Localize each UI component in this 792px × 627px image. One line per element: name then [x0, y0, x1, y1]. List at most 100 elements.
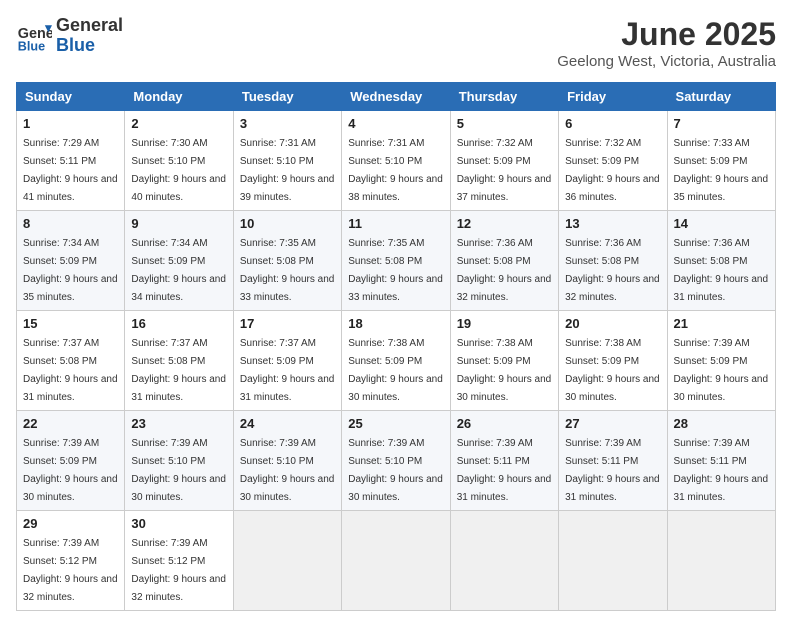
table-cell: 11 Sunrise: 7:35 AMSunset: 5:08 PMDaylig… — [342, 211, 450, 311]
day-number: 2 — [131, 116, 226, 131]
calendar-table: Sunday Monday Tuesday Wednesday Thursday… — [16, 82, 776, 611]
day-number: 25 — [348, 416, 443, 431]
table-cell: 18 Sunrise: 7:38 AMSunset: 5:09 PMDaylig… — [342, 311, 450, 411]
day-number: 22 — [23, 416, 118, 431]
day-number: 24 — [240, 416, 335, 431]
day-info: Sunrise: 7:37 AMSunset: 5:08 PMDaylight:… — [131, 338, 226, 403]
table-cell — [559, 511, 667, 611]
table-cell: 16 Sunrise: 7:37 AMSunset: 5:08 PMDaylig… — [125, 311, 233, 411]
table-cell — [233, 511, 341, 611]
day-number: 21 — [674, 316, 769, 331]
day-info: Sunrise: 7:39 AMSunset: 5:11 PMDaylight:… — [674, 438, 769, 503]
day-info: Sunrise: 7:29 AMSunset: 5:11 PMDaylight:… — [23, 138, 118, 203]
day-number: 27 — [565, 416, 660, 431]
col-thursday: Thursday — [450, 83, 558, 111]
table-cell: 30 Sunrise: 7:39 AMSunset: 5:12 PMDaylig… — [125, 511, 233, 611]
table-cell: 2 Sunrise: 7:30 AMSunset: 5:10 PMDayligh… — [125, 111, 233, 211]
day-info: Sunrise: 7:37 AMSunset: 5:08 PMDaylight:… — [23, 338, 118, 403]
day-number: 18 — [348, 316, 443, 331]
day-info: Sunrise: 7:36 AMSunset: 5:08 PMDaylight:… — [457, 238, 552, 303]
col-saturday: Saturday — [667, 83, 775, 111]
col-monday: Monday — [125, 83, 233, 111]
day-info: Sunrise: 7:39 AMSunset: 5:12 PMDaylight:… — [23, 538, 118, 603]
day-number: 15 — [23, 316, 118, 331]
table-cell: 9 Sunrise: 7:34 AMSunset: 5:09 PMDayligh… — [125, 211, 233, 311]
table-cell: 10 Sunrise: 7:35 AMSunset: 5:08 PMDaylig… — [233, 211, 341, 311]
table-cell: 1 Sunrise: 7:29 AMSunset: 5:11 PMDayligh… — [17, 111, 125, 211]
table-cell: 26 Sunrise: 7:39 AMSunset: 5:11 PMDaylig… — [450, 411, 558, 511]
day-info: Sunrise: 7:35 AMSunset: 5:08 PMDaylight:… — [348, 238, 443, 303]
day-info: Sunrise: 7:35 AMSunset: 5:08 PMDaylight:… — [240, 238, 335, 303]
table-cell: 21 Sunrise: 7:39 AMSunset: 5:09 PMDaylig… — [667, 311, 775, 411]
table-cell: 29 Sunrise: 7:39 AMSunset: 5:12 PMDaylig… — [17, 511, 125, 611]
day-info: Sunrise: 7:39 AMSunset: 5:10 PMDaylight:… — [240, 438, 335, 503]
title-block: June 2025 Geelong West, Victoria, Austra… — [557, 16, 776, 70]
day-number: 17 — [240, 316, 335, 331]
day-info: Sunrise: 7:34 AMSunset: 5:09 PMDaylight:… — [23, 238, 118, 303]
table-cell: 4 Sunrise: 7:31 AMSunset: 5:10 PMDayligh… — [342, 111, 450, 211]
day-number: 16 — [131, 316, 226, 331]
day-number: 26 — [457, 416, 552, 431]
table-cell: 6 Sunrise: 7:32 AMSunset: 5:09 PMDayligh… — [559, 111, 667, 211]
table-cell: 28 Sunrise: 7:39 AMSunset: 5:11 PMDaylig… — [667, 411, 775, 511]
day-number: 10 — [240, 216, 335, 231]
location-subtitle: Geelong West, Victoria, Australia — [557, 53, 776, 70]
day-info: Sunrise: 7:39 AMSunset: 5:10 PMDaylight:… — [348, 438, 443, 503]
day-number: 3 — [240, 116, 335, 131]
page-header: General Blue General Blue June 2025 Geel… — [16, 16, 776, 70]
day-info: Sunrise: 7:34 AMSunset: 5:09 PMDaylight:… — [131, 238, 226, 303]
day-info: Sunrise: 7:39 AMSunset: 5:11 PMDaylight:… — [565, 438, 660, 503]
day-info: Sunrise: 7:38 AMSunset: 5:09 PMDaylight:… — [457, 338, 552, 403]
logo: General Blue General Blue — [16, 16, 123, 56]
table-cell: 5 Sunrise: 7:32 AMSunset: 5:09 PMDayligh… — [450, 111, 558, 211]
day-number: 11 — [348, 216, 443, 231]
day-info: Sunrise: 7:30 AMSunset: 5:10 PMDaylight:… — [131, 138, 226, 203]
logo-icon: General Blue — [16, 18, 52, 54]
day-info: Sunrise: 7:32 AMSunset: 5:09 PMDaylight:… — [565, 138, 660, 203]
table-cell: 24 Sunrise: 7:39 AMSunset: 5:10 PMDaylig… — [233, 411, 341, 511]
day-info: Sunrise: 7:39 AMSunset: 5:12 PMDaylight:… — [131, 538, 226, 603]
table-cell — [667, 511, 775, 611]
table-cell — [450, 511, 558, 611]
day-number: 9 — [131, 216, 226, 231]
table-cell: 3 Sunrise: 7:31 AMSunset: 5:10 PMDayligh… — [233, 111, 341, 211]
day-info: Sunrise: 7:38 AMSunset: 5:09 PMDaylight:… — [348, 338, 443, 403]
table-cell: 13 Sunrise: 7:36 AMSunset: 5:08 PMDaylig… — [559, 211, 667, 311]
day-number: 5 — [457, 116, 552, 131]
day-info: Sunrise: 7:33 AMSunset: 5:09 PMDaylight:… — [674, 138, 769, 203]
day-info: Sunrise: 7:36 AMSunset: 5:08 PMDaylight:… — [565, 238, 660, 303]
table-cell: 7 Sunrise: 7:33 AMSunset: 5:09 PMDayligh… — [667, 111, 775, 211]
table-cell — [342, 511, 450, 611]
table-cell: 23 Sunrise: 7:39 AMSunset: 5:10 PMDaylig… — [125, 411, 233, 511]
day-info: Sunrise: 7:39 AMSunset: 5:10 PMDaylight:… — [131, 438, 226, 503]
col-friday: Friday — [559, 83, 667, 111]
day-number: 13 — [565, 216, 660, 231]
logo-text: General Blue — [56, 16, 123, 56]
main-title: June 2025 — [557, 16, 776, 53]
day-number: 7 — [674, 116, 769, 131]
calendar-header-row: Sunday Monday Tuesday Wednesday Thursday… — [17, 83, 776, 111]
day-number: 19 — [457, 316, 552, 331]
day-info: Sunrise: 7:36 AMSunset: 5:08 PMDaylight:… — [674, 238, 769, 303]
day-number: 1 — [23, 116, 118, 131]
day-info: Sunrise: 7:39 AMSunset: 5:09 PMDaylight:… — [23, 438, 118, 503]
table-cell: 15 Sunrise: 7:37 AMSunset: 5:08 PMDaylig… — [17, 311, 125, 411]
day-number: 28 — [674, 416, 769, 431]
table-cell: 17 Sunrise: 7:37 AMSunset: 5:09 PMDaylig… — [233, 311, 341, 411]
day-number: 14 — [674, 216, 769, 231]
col-sunday: Sunday — [17, 83, 125, 111]
day-number: 29 — [23, 516, 118, 531]
day-number: 12 — [457, 216, 552, 231]
day-info: Sunrise: 7:31 AMSunset: 5:10 PMDaylight:… — [348, 138, 443, 203]
table-cell: 22 Sunrise: 7:39 AMSunset: 5:09 PMDaylig… — [17, 411, 125, 511]
col-wednesday: Wednesday — [342, 83, 450, 111]
day-info: Sunrise: 7:37 AMSunset: 5:09 PMDaylight:… — [240, 338, 335, 403]
day-info: Sunrise: 7:39 AMSunset: 5:11 PMDaylight:… — [457, 438, 552, 503]
day-number: 30 — [131, 516, 226, 531]
day-info: Sunrise: 7:31 AMSunset: 5:10 PMDaylight:… — [240, 138, 335, 203]
day-info: Sunrise: 7:39 AMSunset: 5:09 PMDaylight:… — [674, 338, 769, 403]
table-cell: 27 Sunrise: 7:39 AMSunset: 5:11 PMDaylig… — [559, 411, 667, 511]
day-info: Sunrise: 7:38 AMSunset: 5:09 PMDaylight:… — [565, 338, 660, 403]
day-number: 6 — [565, 116, 660, 131]
day-number: 8 — [23, 216, 118, 231]
